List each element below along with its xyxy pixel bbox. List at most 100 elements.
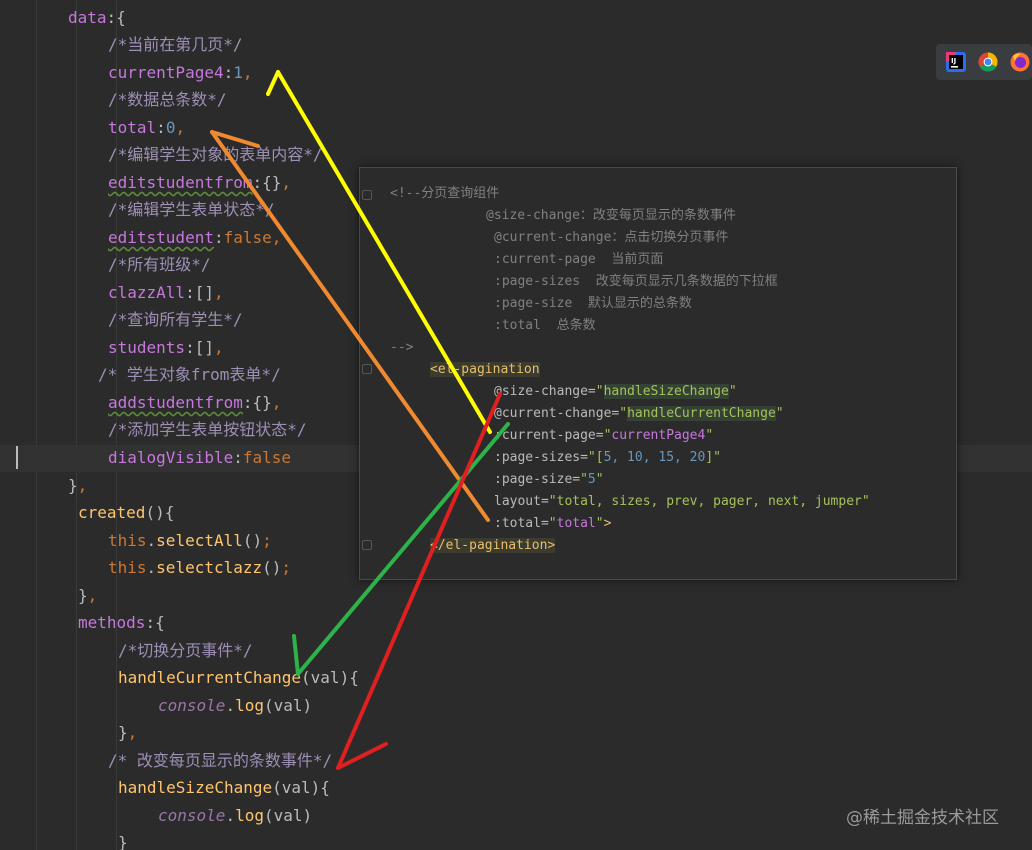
indent-guide xyxy=(76,0,77,850)
code-token: editstudent xyxy=(108,228,214,247)
code-line[interactable]: created(){ xyxy=(78,499,174,526)
code-token: (){ xyxy=(145,503,175,522)
code-line[interactable]: total:0, xyxy=(108,114,185,141)
code-line[interactable]: data:{ xyxy=(68,4,126,31)
code-token: /*数据总条数*/ xyxy=(108,90,227,109)
code-token: total xyxy=(108,118,157,137)
code-line[interactable]: }, xyxy=(118,719,137,746)
popup-code-token: " xyxy=(580,472,588,487)
popup-code-token: currentPage4 xyxy=(611,428,706,443)
code-line[interactable]: this.selectclazz(); xyxy=(108,554,291,581)
popup-code-line: <!--分页查询组件 xyxy=(390,183,499,205)
code-line[interactable]: /*添加学生表单按钮状态*/ xyxy=(108,416,307,443)
code-token: , xyxy=(127,723,138,742)
popup-code-line: :total 总条数 xyxy=(494,315,596,337)
code-line[interactable]: } xyxy=(118,829,128,850)
code-token: /* 学生对象from表单*/ xyxy=(98,365,281,384)
code-token: , xyxy=(77,476,88,495)
code-line[interactable]: /*所有班级*/ xyxy=(108,251,211,278)
code-token: (val){ xyxy=(301,668,359,687)
code-token: /*编辑学生表单状态*/ xyxy=(108,200,275,219)
code-token: . xyxy=(225,696,236,715)
code-line[interactable]: /*编辑学生对象的表单内容*/ xyxy=(108,141,323,168)
code-line[interactable]: addstudentfrom:{}, xyxy=(108,389,281,416)
code-line[interactable]: console.log(val) xyxy=(158,692,312,719)
code-token: } xyxy=(68,476,78,495)
fold-marker-icon[interactable] xyxy=(362,364,372,374)
popup-code-token: " xyxy=(595,516,604,531)
code-token: clazzAll xyxy=(108,283,186,302)
popup-code-line: :page-size 默认显示的总条数 xyxy=(494,293,692,315)
code-line[interactable]: handleCurrentChange(val){ xyxy=(118,664,359,691)
popup-code-line: @size-change="handleSizeChange" xyxy=(494,381,737,403)
code-token: selectAll xyxy=(156,531,243,550)
code-token: , xyxy=(87,586,98,605)
chrome-icon[interactable] xyxy=(978,52,998,72)
popup-code-token: :total= xyxy=(494,516,549,531)
popup-code-token: "total, sizes, prev, pager, next, jumper… xyxy=(548,494,870,509)
code-token: handleSizeChange xyxy=(118,778,273,797)
code-token: , xyxy=(271,228,282,247)
code-line[interactable]: /*查询所有学生*/ xyxy=(108,306,243,333)
popup-code-token: <el-pagination xyxy=(430,362,540,377)
code-token: ; xyxy=(281,558,292,577)
popup-code-token: :page-sizes 改变每页显示几条数据的下拉框 xyxy=(494,274,778,289)
code-line[interactable]: this.selectAll(); xyxy=(108,527,272,554)
code-token: /* 改变每页显示的条数事件*/ xyxy=(108,751,333,770)
code-token: false xyxy=(242,448,292,467)
popup-code-token: total xyxy=(556,516,596,531)
code-token: log xyxy=(235,696,264,715)
popup-code-token: ]" xyxy=(705,450,721,465)
code-line[interactable]: currentPage4:1, xyxy=(108,59,253,86)
code-line[interactable]: handleSizeChange(val){ xyxy=(118,774,330,801)
code-token: (val) xyxy=(263,806,313,825)
fold-marker-icon[interactable] xyxy=(362,540,372,550)
code-token: ; xyxy=(262,531,272,550)
code-token: , xyxy=(175,118,186,137)
code-token: /*所有班级*/ xyxy=(108,255,211,274)
code-token: dialogVisible xyxy=(108,448,234,467)
code-line[interactable]: methods:{ xyxy=(78,609,165,636)
code-token: :{ xyxy=(145,613,165,632)
code-line[interactable]: /*切换分页事件*/ xyxy=(118,637,253,664)
code-line[interactable]: }, xyxy=(78,582,97,609)
text-caret xyxy=(16,446,18,469)
code-token: . xyxy=(146,531,157,550)
jetbrains-icon[interactable]: IJ xyxy=(946,52,966,72)
code-token: created xyxy=(78,503,146,522)
code-token: : xyxy=(156,118,166,137)
pagination-code-popup: <!--分页查询组件 @size-change：改变每页显示的条数事件 @curre… xyxy=(359,167,957,580)
code-line[interactable]: clazzAll:[], xyxy=(108,279,224,306)
code-line[interactable]: console.log(val) xyxy=(158,802,312,829)
code-token: } xyxy=(78,586,88,605)
code-line[interactable]: /*编辑学生表单状态*/ xyxy=(108,196,275,223)
code-token: false xyxy=(223,228,272,247)
code-token: : xyxy=(223,63,234,82)
code-token: , xyxy=(213,283,224,302)
popup-code-token: " xyxy=(775,406,784,421)
code-line[interactable]: }, xyxy=(68,472,87,499)
code-line[interactable]: students:[], xyxy=(108,334,224,361)
popup-code-line: :page-sizes="[5, 10, 15, 20]" xyxy=(494,447,721,469)
code-line[interactable]: /*数据总条数*/ xyxy=(108,86,227,113)
code-token: handleCurrentChange xyxy=(118,668,302,687)
code-line[interactable]: editstudentfrom:{}, xyxy=(108,169,291,196)
code-line[interactable]: /*当前在第几页*/ xyxy=(108,31,243,58)
code-token: } xyxy=(118,833,128,850)
code-line[interactable]: /* 改变每页显示的条数事件*/ xyxy=(108,747,332,774)
fold-marker-icon[interactable] xyxy=(362,190,372,200)
firefox-icon[interactable] xyxy=(1010,52,1030,72)
code-token: () xyxy=(262,558,282,577)
popup-code-token: :page-size 默认显示的总条数 xyxy=(494,296,692,311)
popup-code-token: handleSizeChange xyxy=(603,384,729,399)
code-line[interactable]: editstudent:false, xyxy=(108,224,281,251)
code-token: /*切换分页事件*/ xyxy=(118,641,253,660)
browser-preview-toolbar: IJ xyxy=(936,44,1032,80)
popup-code-token: :total 总条数 xyxy=(494,318,596,333)
code-line[interactable]: /* 学生对象from表单*/ xyxy=(98,361,281,388)
popup-code-token: :page-size= xyxy=(494,472,581,487)
code-token: editstudentfrom xyxy=(108,173,253,192)
popup-code-line: </el-pagination> xyxy=(430,535,556,557)
code-line[interactable]: dialogVisible:false xyxy=(108,444,291,471)
code-token: , xyxy=(271,393,282,412)
